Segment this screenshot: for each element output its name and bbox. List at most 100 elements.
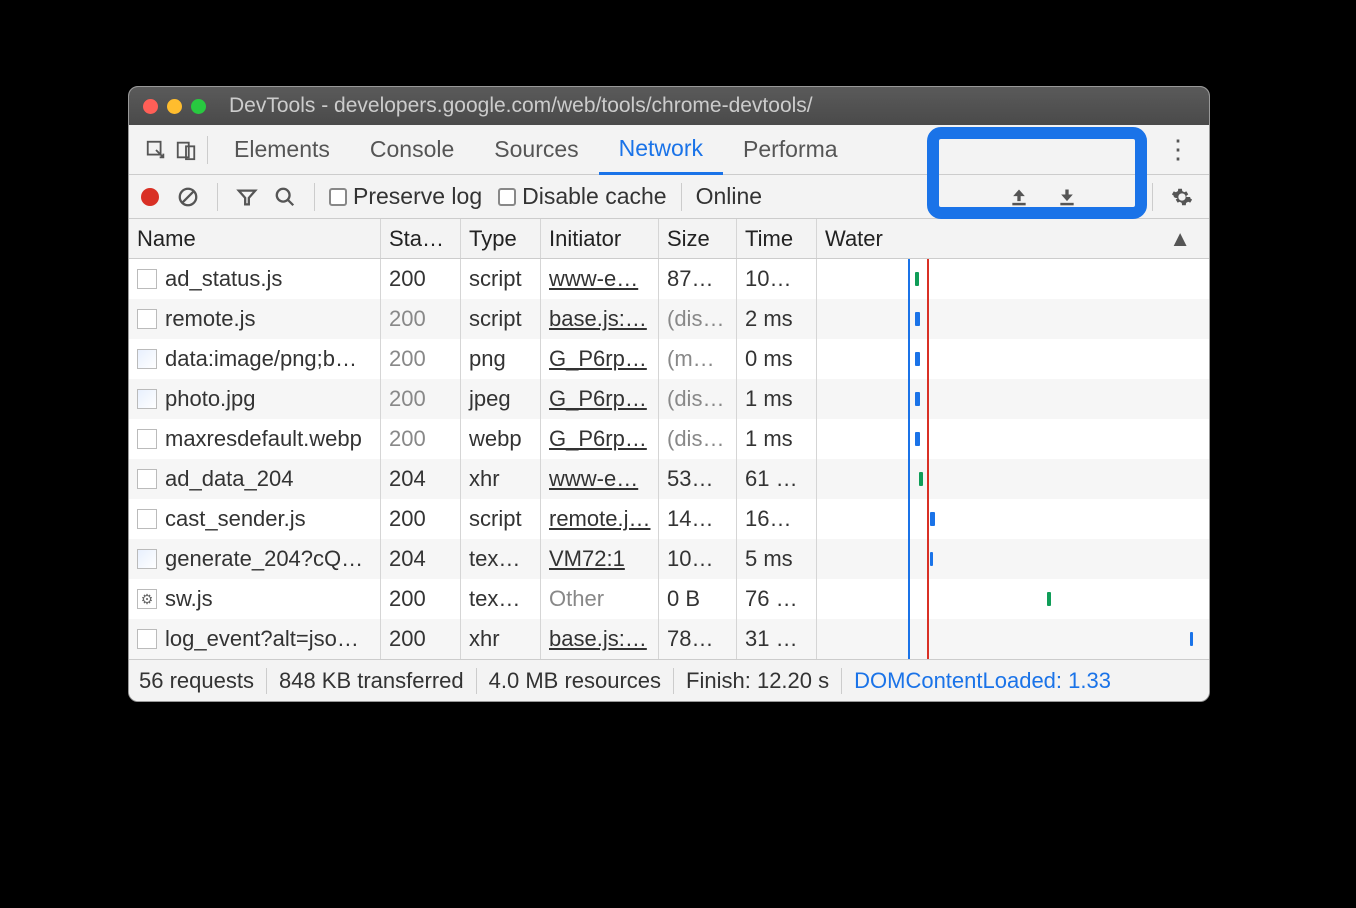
device-toolbar-icon[interactable] — [171, 135, 201, 165]
cell-type: script — [469, 506, 522, 532]
col-name[interactable]: Name — [129, 219, 381, 258]
inspect-element-icon[interactable] — [141, 135, 171, 165]
tab-network[interactable]: Network — [599, 125, 723, 175]
cell-size: 14… — [667, 506, 713, 532]
cell-type: script — [469, 266, 522, 292]
request-name: sw.js — [165, 586, 213, 612]
cell-time: 61 … — [745, 466, 798, 492]
zoom-window-button[interactable] — [191, 99, 206, 114]
col-waterfall-label: Water — [825, 226, 883, 252]
cell-status: 200 — [389, 586, 426, 612]
col-initiator[interactable]: Initiator — [541, 219, 659, 258]
cell-init[interactable]: base.js:… — [549, 306, 647, 332]
image-file-icon — [137, 549, 157, 569]
gear-icon: ⚙ — [137, 589, 157, 609]
cell-size: 53… — [667, 466, 713, 492]
cell-status: 200 — [389, 386, 426, 412]
clear-icon[interactable] — [173, 182, 203, 212]
cell-size: 0 B — [667, 586, 700, 612]
tab-console[interactable]: Console — [350, 125, 474, 175]
waterfall-bar — [915, 352, 920, 366]
cell-size: 10… — [667, 546, 713, 572]
file-icon — [137, 269, 157, 289]
col-waterfall[interactable]: Water ▲ — [817, 219, 1209, 258]
request-name: remote.js — [165, 306, 255, 332]
tab-sources[interactable]: Sources — [474, 125, 598, 175]
network-toolbar: Preserve log Disable cache Online — [129, 175, 1209, 219]
waterfall-bar — [1047, 592, 1051, 606]
request-name: log_event?alt=jso… — [165, 626, 359, 652]
record-button[interactable] — [141, 188, 159, 206]
cell-init[interactable]: G_P6rp… — [549, 346, 647, 372]
summary-domcontentloaded: DOMContentLoaded: 1.33 — [854, 668, 1111, 694]
table-row[interactable]: generate_204?cQ…204tex…VM72:110…5 ms — [129, 539, 1209, 579]
cell-init[interactable]: G_P6rp… — [549, 426, 647, 452]
cell-status: 200 — [389, 346, 426, 372]
table-row[interactable]: cast_sender.js200scriptremote.j…14…16… — [129, 499, 1209, 539]
table-row[interactable]: ⚙sw.js200tex…Other0 B76 … — [129, 579, 1209, 619]
file-icon — [137, 509, 157, 529]
tab-elements[interactable]: Elements — [214, 125, 350, 175]
import-har-icon[interactable] — [1052, 182, 1082, 212]
cell-init[interactable]: G_P6rp… — [549, 386, 647, 412]
request-name: ad_data_204 — [165, 466, 293, 492]
file-icon — [137, 309, 157, 329]
table-row[interactable]: ad_data_204204xhrwww-e…53…61 … — [129, 459, 1209, 499]
cell-init[interactable]: base.js:… — [549, 626, 647, 652]
cell-init[interactable]: www-e… — [549, 466, 638, 492]
summary-resources: 4.0 MB resources — [489, 668, 661, 694]
request-table: ad_status.js200scriptwww-e…87…10…remote.… — [129, 259, 1209, 659]
preserve-log-checkbox[interactable]: Preserve log — [329, 183, 482, 210]
cell-time: 76 … — [745, 586, 798, 612]
cell-init[interactable]: www-e… — [549, 266, 638, 292]
col-status[interactable]: Sta… — [381, 219, 461, 258]
disable-cache-label: Disable cache — [522, 183, 666, 210]
search-icon[interactable] — [270, 182, 300, 212]
table-row[interactable]: log_event?alt=jso…200xhrbase.js:…78…31 … — [129, 619, 1209, 659]
waterfall-bar — [915, 272, 919, 286]
cell-time: 1 ms — [745, 426, 793, 452]
cell-status: 200 — [389, 506, 426, 532]
table-row[interactable]: ad_status.js200scriptwww-e…87…10… — [129, 259, 1209, 299]
minimize-window-button[interactable] — [167, 99, 182, 114]
tab-performa[interactable]: Performa — [723, 125, 858, 175]
cell-size: (dis… — [667, 386, 724, 412]
filter-icon[interactable] — [232, 182, 262, 212]
divider — [217, 183, 218, 211]
cell-type: xhr — [469, 626, 500, 652]
devtools-window: DevTools - developers.google.com/web/too… — [128, 86, 1210, 702]
waterfall-bar — [930, 512, 935, 526]
close-window-button[interactable] — [143, 99, 158, 114]
cell-time: 5 ms — [745, 546, 793, 572]
cell-init[interactable]: remote.j… — [549, 506, 650, 532]
cell-status: 204 — [389, 546, 426, 572]
cell-time: 1 ms — [745, 386, 793, 412]
waterfall-cell — [825, 299, 1201, 339]
table-row[interactable]: remote.js200scriptbase.js:…(dis…2 ms — [129, 299, 1209, 339]
cell-size: (dis… — [667, 426, 724, 452]
cell-status: 200 — [389, 306, 426, 332]
window-title: DevTools - developers.google.com/web/too… — [229, 94, 1195, 118]
table-row[interactable]: photo.jpg200jpegG_P6rp…(dis…1 ms — [129, 379, 1209, 419]
table-row[interactable]: maxresdefault.webp200webpG_P6rp…(dis…1 m… — [129, 419, 1209, 459]
cell-size: (dis… — [667, 306, 724, 332]
waterfall-bar — [915, 312, 920, 326]
col-type[interactable]: Type — [461, 219, 541, 258]
image-file-icon — [137, 349, 157, 369]
cell-init[interactable]: VM72:1 — [549, 546, 625, 572]
cell-init: Other — [549, 586, 604, 612]
disable-cache-checkbox[interactable]: Disable cache — [498, 183, 666, 210]
cell-type: xhr — [469, 466, 500, 492]
col-time[interactable]: Time — [737, 219, 817, 258]
export-har-icon[interactable] — [1004, 182, 1034, 212]
cell-status: 200 — [389, 426, 426, 452]
col-size[interactable]: Size — [659, 219, 737, 258]
settings-gear-icon[interactable] — [1167, 182, 1197, 212]
request-name: ad_status.js — [165, 266, 282, 292]
table-row[interactable]: data:image/png;b…200pngG_P6rp…(m…0 ms — [129, 339, 1209, 379]
more-options-icon[interactable]: ⋮ — [1157, 134, 1197, 165]
waterfall-cell — [825, 459, 1201, 499]
sort-indicator-icon: ▲ — [1169, 226, 1191, 252]
cell-time: 10… — [745, 266, 791, 292]
throttling-selector[interactable]: Online — [696, 183, 762, 210]
